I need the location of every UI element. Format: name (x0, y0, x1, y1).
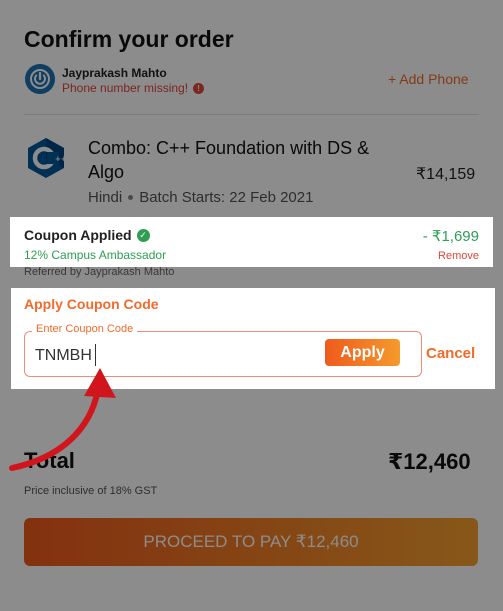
add-phone-link[interactable]: + Add Phone (388, 71, 469, 87)
coupon-type: 12% Campus Ambassador (24, 248, 167, 262)
check-circle-icon: ✓ (136, 228, 150, 242)
warning-icon: ! (193, 82, 205, 94)
power-icon (25, 64, 55, 94)
coupon-status-text: Coupon Applied (24, 227, 132, 243)
phone-missing-text: Phone number missing! (62, 81, 189, 95)
coupon-applied-panel: Coupon Applied ✓ 12% Campus Ambassador -… (10, 217, 493, 267)
separator-dot (128, 195, 134, 200)
course-title: Combo: C++ Foundation with DS & Algo (88, 138, 370, 182)
referred-by: Referred by Jayprakash Mahto (24, 266, 175, 278)
page-title: Confirm your order (24, 26, 234, 52)
phone-missing-notice: Phone number missing! ! (62, 81, 205, 95)
proceed-to-pay-button[interactable]: PROCEED TO PAY ₹12,460 (24, 518, 478, 566)
apply-coupon-heading: Apply Coupon Code (24, 296, 159, 312)
annotation-arrow (9, 368, 116, 471)
svg-text:++: ++ (55, 155, 65, 163)
cpp-logo-icon: ++ (27, 137, 67, 179)
remove-coupon-link[interactable]: Remove (438, 250, 479, 262)
course-meta: Hindi Batch Starts: 22 Feb 2021 (88, 189, 313, 206)
coupon-status: Coupon Applied ✓ (24, 227, 150, 243)
course-language: Hindi (88, 189, 123, 206)
batch-start: Batch Starts: 22 Feb 2021 (139, 189, 314, 206)
course-price: ₹14,159 (416, 166, 476, 183)
cancel-button[interactable]: Cancel (426, 345, 475, 362)
coupon-discount: - ₹1,699 (422, 228, 479, 245)
total-value: ₹12,460 (388, 449, 471, 474)
apply-button[interactable]: Apply (325, 339, 400, 366)
coupon-input-label: Enter Coupon Code (32, 323, 138, 335)
divider (24, 114, 479, 115)
tax-note: Price inclusive of 18% GST (24, 485, 158, 497)
user-name: Jayprakash Mahto (62, 66, 167, 80)
